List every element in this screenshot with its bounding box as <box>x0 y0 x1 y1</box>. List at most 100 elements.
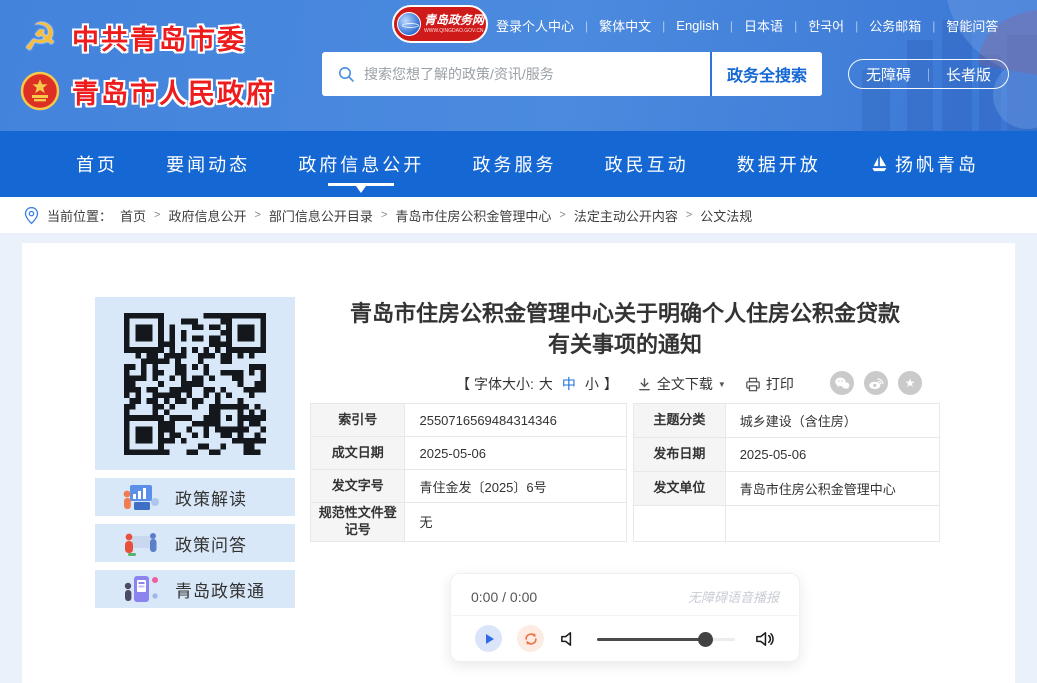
issuing-unit-value: 青岛市住房公积金管理中心 <box>724 470 941 506</box>
table-row: 发布日期 2025-05-06 <box>632 436 941 472</box>
fontsize-label: 【 字体大小: <box>456 376 534 392</box>
link-smart-qa[interactable]: 智能问答 <box>946 16 998 35</box>
weibo-icon <box>869 378 884 390</box>
nav-item-gov-info-disclosure[interactable]: 政府信息公开 <box>298 131 424 197</box>
loud-speaker-icon[interactable] <box>754 629 775 648</box>
play-button[interactable] <box>475 625 502 652</box>
sidebar-item-qingdao-policy-hub[interactable]: 青岛政策通 <box>95 570 295 608</box>
crumb-dept-directory[interactable]: 部门信息公开目录 <box>269 206 373 225</box>
fontsize-large-button[interactable]: 大 <box>539 374 553 394</box>
portal-logo[interactable]: 青岛政务网 WWW.QINGDAO.GOV.CN <box>392 5 488 43</box>
printer-icon <box>746 377 760 391</box>
crumb-housing-fund-center[interactable]: 青岛市住房公积金管理中心 <box>395 206 551 225</box>
link-korean[interactable]: 한국어 <box>808 16 844 35</box>
volume-slider[interactable] <box>597 631 735 647</box>
play-icon <box>485 633 494 644</box>
search-icon <box>339 66 354 82</box>
sidebar-item-label: 政策问答 <box>175 535 247 555</box>
party-logo-row: ☭ 中共青岛市委 <box>16 10 275 64</box>
fontsize-label-close: 】 <box>603 376 618 392</box>
star-icon: ★ <box>904 376 916 390</box>
qingdao-policy-hub-icon <box>124 576 158 602</box>
search-button[interactable]: 政务全搜索 <box>710 52 822 96</box>
share-weibo-button[interactable] <box>864 371 888 395</box>
publish-date-value: 2025-05-06 <box>724 436 941 472</box>
crumb-statutory-disclosure[interactable]: 法定主动公开内容 <box>574 206 678 225</box>
volume-thumb[interactable] <box>697 631 713 647</box>
breadcrumb-prefix: 当前位置： <box>47 208 113 224</box>
search-bar: 政务全搜索 <box>322 52 822 96</box>
wechat-icon <box>835 377 850 389</box>
location-pin-icon <box>24 206 39 224</box>
main-nav: 首页 要闻动态 政府信息公开 政务服务 政民互动 数据开放 扬帆青岛 <box>0 131 1037 197</box>
site-header: ☭ 中共青岛市委 青岛市人民政府 青岛政务网 WWW.QINGDAO.GOV.C… <box>0 0 1037 131</box>
portal-logo-url: WWW.QINGDAO.GOV.CN <box>424 28 484 34</box>
policy-interpretation-icon <box>123 485 159 510</box>
volume-fill <box>597 637 705 641</box>
national-emblem-icon <box>16 71 64 111</box>
download-icon <box>639 377 650 390</box>
nav-item-sailing-qingdao[interactable]: 扬帆青岛 <box>869 131 979 197</box>
mute-speaker-icon[interactable] <box>559 629 578 648</box>
gov-logo-row: 青岛市人民政府 <box>16 64 275 118</box>
audio-caption: 无障碍语音播报 <box>687 590 779 605</box>
article-toolbar: 【 字体大小: 大 中 小 】 全文下载 ▼ 打印 ★ <box>310 371 940 397</box>
link-japanese[interactable]: 日本语 <box>744 16 783 35</box>
crumb-official-documents[interactable]: 公文法规 <box>700 206 752 225</box>
table-row <box>632 504 941 542</box>
document-meta-table: 索引号 2550716569484314346 成文日期 2025-05-06 … <box>309 403 941 542</box>
fontsize-small-button[interactable]: 小 <box>585 374 599 394</box>
download-button[interactable]: 全文下载 ▼ <box>637 374 726 394</box>
content-card: 政策解读 政策问答 青岛政策通 青岛市住房公积金管理中心关于明确个人住房公积金贷… <box>22 243 1015 683</box>
sailboat-icon <box>872 155 887 172</box>
table-row: 成文日期 2025-05-06 <box>309 436 627 470</box>
accessibility-button[interactable]: 无障碍 <box>866 64 911 85</box>
header-utility-links: 登录个人中心 | 繁体中文 | English | 日本语 | 한국어 | 公务邮箱 | 智… <box>496 16 999 35</box>
breadcrumb: 当前位置： 首页 > 政府信息公开 > 部门信息公开目录 > 青岛市住房公积金管… <box>0 197 1037 233</box>
topic-category-value: 城乡建设（含住房） <box>724 403 941 438</box>
municipal-government-title: 青岛市人民政府 <box>72 78 275 109</box>
crumb-gov-info[interactable]: 政府信息公开 <box>168 206 246 225</box>
search-input[interactable] <box>364 52 710 96</box>
sidebar-item-policy-qa[interactable]: 政策问答 <box>95 524 295 562</box>
nav-item-news[interactable]: 要闻动态 <box>166 131 250 197</box>
policy-qa-icon <box>125 533 157 556</box>
table-row: 索引号 2550716569484314346 <box>309 403 627 437</box>
elder-version-button[interactable]: 长者版 <box>946 64 991 85</box>
share-wechat-button[interactable] <box>830 371 854 395</box>
written-date-value: 2025-05-06 <box>404 436 627 470</box>
link-traditional-chinese[interactable]: 繁体中文 <box>599 16 651 35</box>
print-button[interactable]: 打印 <box>745 374 794 394</box>
fontsize-medium-button[interactable]: 中 <box>562 374 576 394</box>
loop-icon <box>524 632 537 645</box>
nav-item-open-data[interactable]: 数据开放 <box>737 131 821 197</box>
portal-logo-title: 青岛政务网 <box>424 13 485 27</box>
nav-item-public-interaction[interactable]: 政民互动 <box>605 131 689 197</box>
share-favorite-button[interactable]: ★ <box>898 371 922 395</box>
table-row: 发文字号 青住金发〔2025〕6号 <box>309 469 627 503</box>
party-emblem-icon: ☭ <box>22 16 58 59</box>
table-row: 主题分类 城乡建设（含住房） <box>632 403 941 438</box>
audio-time: 0:00 / 0:00 <box>471 588 538 605</box>
index-number-value: 2550716569484314346 <box>404 403 627 437</box>
nav-item-home[interactable]: 首页 <box>76 131 118 197</box>
sidebar-item-label: 青岛政策通 <box>175 581 265 601</box>
meta-table-left: 索引号 2550716569484314346 成文日期 2025-05-06 … <box>309 403 627 542</box>
sidebar: 政策解读 政策问答 青岛政策通 <box>95 297 295 608</box>
replay-button[interactable] <box>517 625 544 652</box>
globe-icon <box>397 12 421 36</box>
party-committee-title: 中共青岛市委 <box>72 24 246 55</box>
sidebar-item-policy-interpretation[interactable]: 政策解读 <box>95 478 295 516</box>
caret-down-icon: ▼ <box>717 379 726 389</box>
nav-item-gov-services[interactable]: 政务服务 <box>472 131 556 197</box>
registration-number-value: 无 <box>404 502 627 542</box>
crumb-home[interactable]: 首页 <box>120 206 146 225</box>
qr-code <box>124 312 266 455</box>
page: ☭ 中共青岛市委 青岛市人民政府 青岛政务网 WWW.QINGDAO.GOV.C… <box>0 0 1037 683</box>
link-login[interactable]: 登录个人中心 <box>496 16 574 35</box>
accessibility-pill: 无障碍 ｜ 长者版 <box>848 59 1010 89</box>
link-english[interactable]: English <box>676 18 719 33</box>
link-official-mail[interactable]: 公务邮箱 <box>869 16 921 35</box>
document-number-value: 青住金发〔2025〕6号 <box>404 469 627 503</box>
sidebar-item-label: 政策解读 <box>175 489 247 509</box>
